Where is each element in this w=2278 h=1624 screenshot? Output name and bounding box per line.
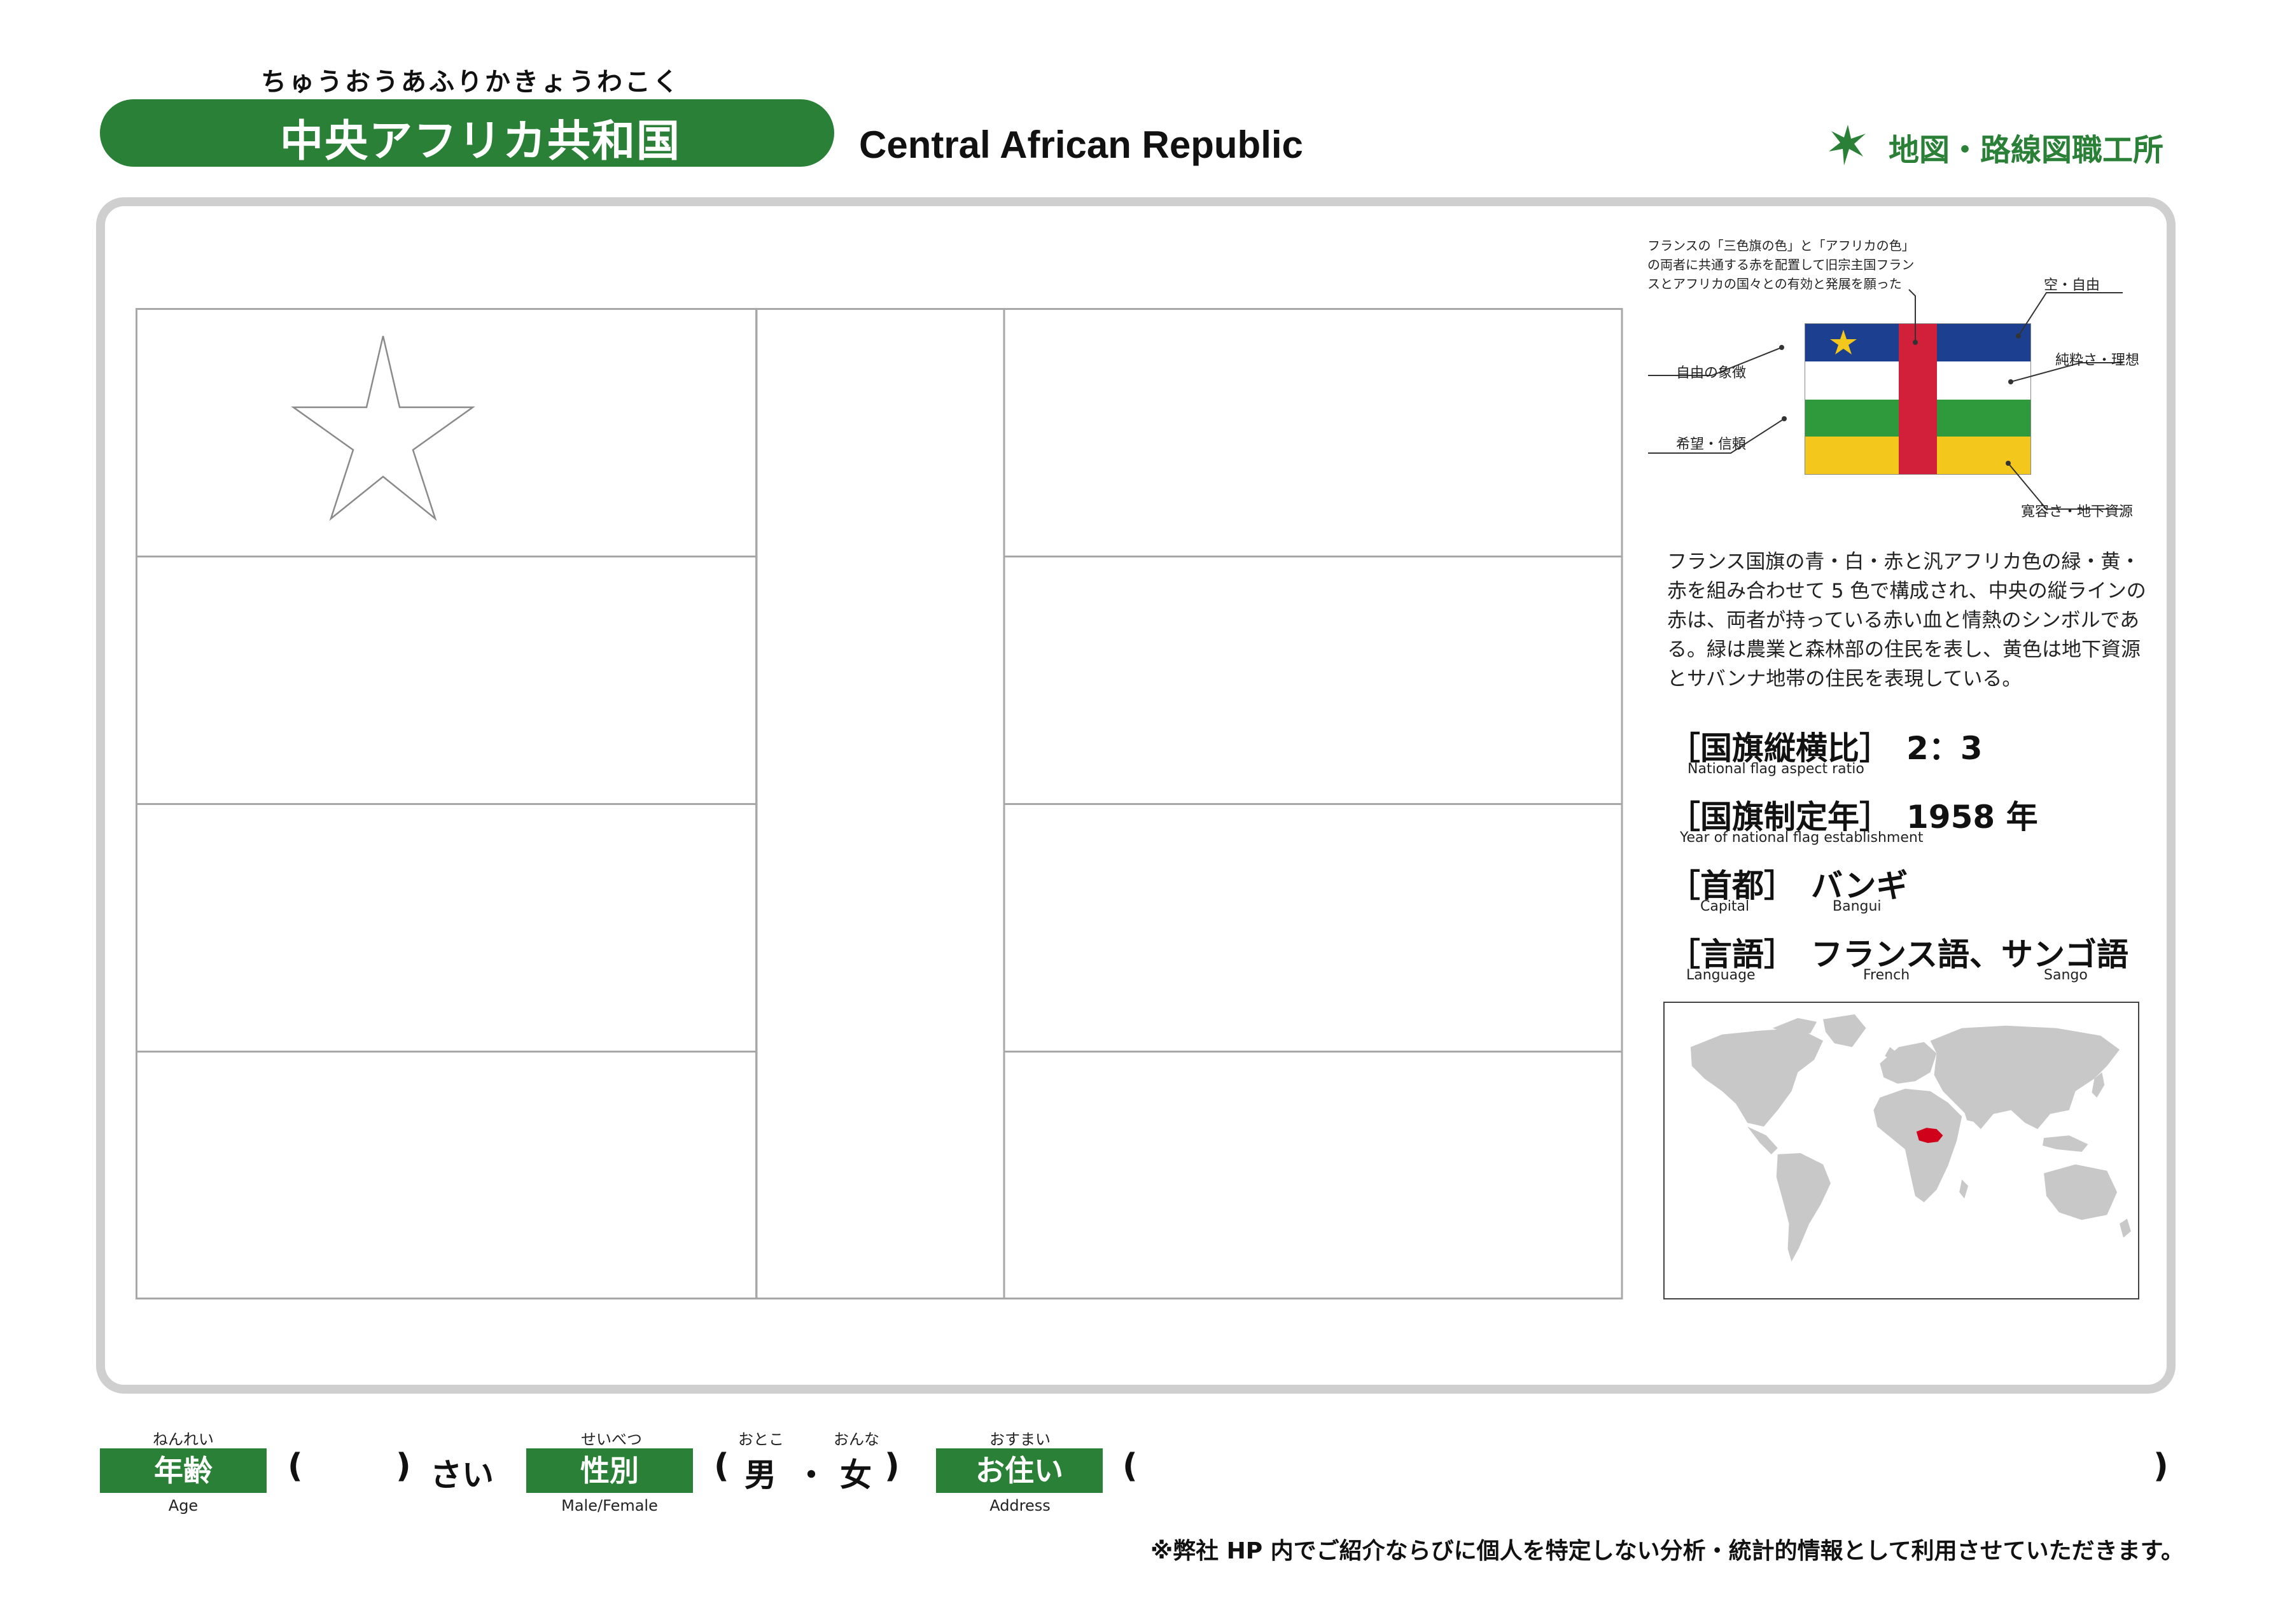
fact-capital-label-en: Capital [1700, 899, 1750, 914]
age-suffix: さい [430, 1457, 494, 1494]
annotation-green: 希望・信頼 [1676, 437, 1747, 452]
bracket-close: ］ [1764, 936, 1796, 973]
stripe-1-left [136, 308, 757, 557]
company-logo-text: 地図・路線図職工所 [1889, 132, 2164, 168]
stripe-3-left [136, 803, 757, 1053]
sex-paren-close: ) [884, 1447, 900, 1485]
stripe-3-right [1003, 803, 1623, 1053]
stripe-4-left [136, 1051, 757, 1299]
address-furigana: おすまい [989, 1431, 1051, 1448]
stripe-1-right [1003, 308, 1623, 557]
address-input-area[interactable] [1145, 1445, 2144, 1495]
page-title: 中央アフリカ共和国 [280, 116, 681, 167]
annotation-star: 自由の象徴 [1676, 365, 1747, 381]
age-paren-open: ( [288, 1447, 303, 1485]
sprout-star-icon [1829, 125, 1866, 165]
female-furigana: おんな [834, 1431, 879, 1448]
annotation-yellow: 寛容さ・地下資源 [2021, 504, 2134, 520]
fact-aspect-ratio-value: 2：3 [1906, 730, 1983, 767]
sex-label: 性別 [526, 1448, 693, 1493]
sex-separator: ・ [795, 1457, 827, 1494]
age-label: 年齢 [100, 1448, 267, 1493]
male-furigana: おとこ [738, 1431, 784, 1448]
address-sub: Address [989, 1497, 1051, 1515]
center-vertical-band [755, 308, 1005, 1299]
flag-description: フランス国旗の青・白・赤と汎アフリカ色の緑・黄・赤を組み合わせて 5 色で構成さ… [1667, 550, 2146, 690]
sex-paren-open: ( [714, 1447, 729, 1485]
address-paren-open: ( [1122, 1447, 1138, 1485]
annotation-heritage: フランスの「三色旗の色」と「アフリカの色」の両者に共通する赤を配置して旧宗主国フ… [1647, 238, 1915, 291]
annotation-white: 純粋さ・理想 [2055, 353, 2140, 368]
stripe-4-right [1003, 1051, 1623, 1299]
annotation-blue: 空・自由 [2044, 277, 2100, 293]
page-title-english: Central African Republic [859, 123, 1303, 166]
age-sub: Age [168, 1497, 199, 1515]
fact-aspect-ratio-label-en: National flag aspect ratio [1688, 761, 1864, 777]
bracket-open: ［ [1668, 867, 1700, 904]
fact-language-value-en-2: Sango [2044, 967, 2088, 983]
title-furigana: ちゅうおうあふりかきょうわこく [261, 67, 681, 97]
flag-coloring-outline[interactable] [136, 308, 1623, 1299]
address-label: お住い [936, 1448, 1103, 1493]
bracket-close: ］ [1764, 867, 1796, 904]
sex-furigana: せいべつ [581, 1431, 642, 1448]
male-option[interactable]: 男 [744, 1450, 776, 1495]
address-paren-close: ) [2153, 1447, 2169, 1485]
world-map-locator [1663, 1002, 2139, 1299]
fact-language-value-en-1: French [1863, 967, 1910, 983]
fact-year-value: 1958 年 [1906, 799, 2038, 836]
age-input-area[interactable] [312, 1445, 388, 1495]
age-paren-close: ) [396, 1447, 411, 1485]
privacy-notice: ※弊社 HP 内でご紹介ならびに個人を特定しない分析・統計的情報として利用させて… [1150, 1538, 2184, 1564]
fact-year-label-en: Year of national flag establishment [1680, 830, 1924, 846]
age-furigana: ねんれい [153, 1431, 214, 1448]
stripe-2-right [1003, 556, 1623, 805]
stripe-2-left [136, 556, 757, 805]
sex-sub: Male/Female [561, 1497, 658, 1515]
fact-language-label-en: Language [1686, 967, 1756, 983]
female-option[interactable]: 女 [840, 1450, 872, 1495]
fact-capital-value-en: Bangui [1833, 899, 1882, 914]
